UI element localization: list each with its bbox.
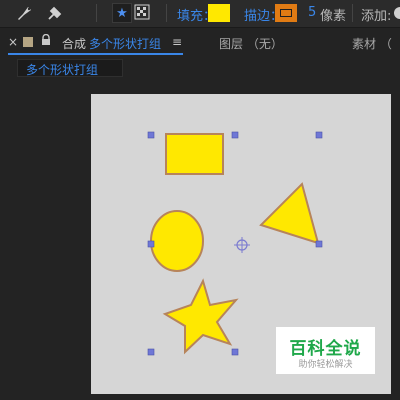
watermark-subtitle: 助你轻松解决 — [298, 360, 353, 370]
transform-handle-middle-right[interactable] — [315, 240, 323, 248]
watermark-title: 百科全说 — [289, 339, 362, 359]
star-shape[interactable] — [162, 278, 239, 355]
ellipse-shape[interactable] — [150, 210, 204, 272]
transform-handle-top-center[interactable] — [231, 131, 239, 139]
anchor-point-icon[interactable] — [234, 237, 250, 253]
watermark: 百科全说 助你轻松解决 — [276, 327, 375, 374]
rectangle-shape[interactable] — [165, 133, 224, 175]
triangle-shape[interactable] — [259, 182, 320, 245]
transform-handle-top-right[interactable] — [315, 131, 323, 139]
transform-handle-top-left[interactable] — [147, 131, 155, 139]
transform-handle-middle-left[interactable] — [147, 240, 155, 248]
transform-handle-bottom-center[interactable] — [231, 348, 239, 356]
transform-handle-bottom-left[interactable] — [147, 348, 155, 356]
